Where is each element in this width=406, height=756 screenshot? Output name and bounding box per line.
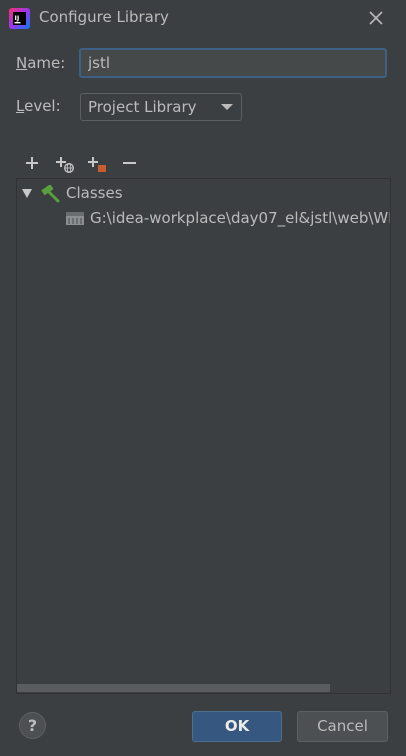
tree-node-path: G:\idea-workplace\day07_el&jstl\web\WEB-… — [90, 209, 390, 227]
help-button[interactable]: ? — [19, 712, 46, 739]
close-icon[interactable] — [366, 8, 386, 28]
library-roots-tree[interactable]: Classes G:\idea-workplace\day07_el&jstl\… — [16, 178, 391, 694]
add-icon[interactable] — [21, 152, 43, 174]
hammer-icon — [41, 185, 60, 203]
title-bar: IJ Configure Library — [0, 0, 406, 36]
level-label-mnemonic: L — [16, 97, 25, 115]
tree-node-label: Classes — [66, 184, 123, 202]
chevron-down-icon — [221, 104, 233, 110]
name-label: Name: — [16, 54, 65, 72]
expand-arrow-icon[interactable] — [22, 189, 32, 198]
cancel-button[interactable]: Cancel — [297, 711, 388, 742]
level-dropdown[interactable]: Project Library — [80, 93, 242, 121]
level-label-text: evel: — [24, 97, 61, 115]
name-label-mnemonic: N — [16, 54, 28, 72]
svg-text:IJ: IJ — [15, 14, 20, 22]
add-from-web-icon[interactable] — [53, 152, 75, 174]
horizontal-scrollbar[interactable] — [17, 684, 330, 692]
name-label-text: ame: — [27, 54, 66, 72]
remove-icon[interactable] — [119, 152, 141, 174]
name-input[interactable] — [79, 48, 387, 78]
directory-icon — [66, 212, 84, 225]
window-title: Configure Library — [39, 8, 169, 26]
add-from-project-icon[interactable] — [85, 152, 107, 174]
tree-node-classes[interactable]: Classes — [17, 182, 390, 204]
level-dropdown-value: Project Library — [88, 98, 197, 116]
tree-node-jar-directory[interactable]: G:\idea-workplace\day07_el&jstl\web\WEB-… — [17, 207, 390, 229]
intellij-idea-icon: IJ — [9, 8, 30, 29]
ok-button[interactable]: OK — [192, 711, 282, 742]
level-label: Level: — [16, 97, 61, 115]
